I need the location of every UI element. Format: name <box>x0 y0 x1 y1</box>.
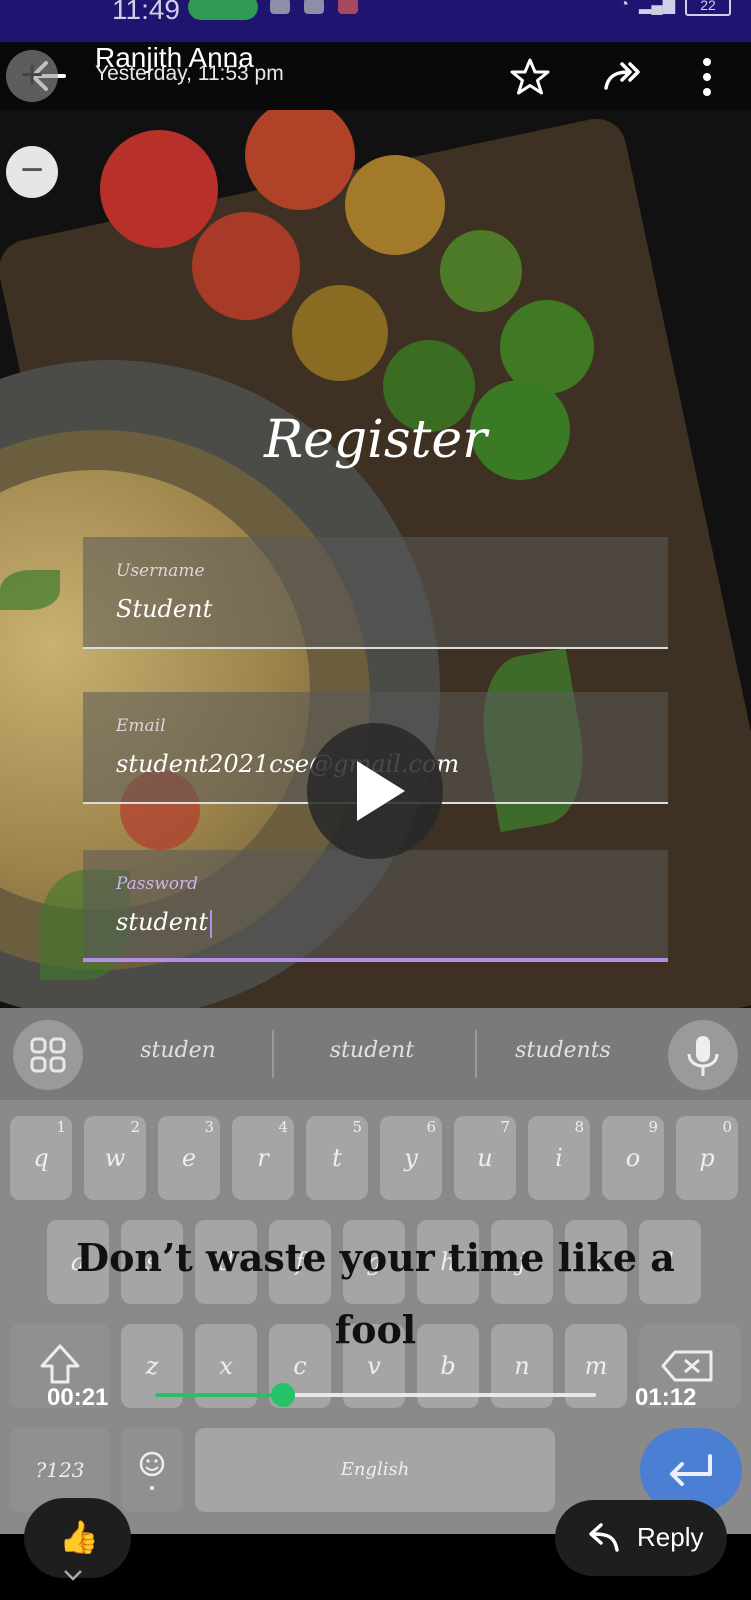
grid-icon <box>30 1037 66 1073</box>
chat-notification-icon <box>270 0 290 14</box>
password-field[interactable]: Password student <box>83 850 668 962</box>
play-button[interactable] <box>307 723 443 859</box>
emoji-icon <box>139 1451 165 1490</box>
suggestion-3[interactable]: students <box>488 1038 638 1063</box>
username-field[interactable]: Username Student <box>83 537 668 649</box>
key-hint: 1 <box>56 1118 66 1136</box>
status-bar: 11:49 ◔ ▂▄▆ 22 <box>0 0 751 42</box>
battery-icon: 22 <box>685 0 731 16</box>
key-hint: 8 <box>574 1118 584 1136</box>
key-i[interactable]: 8i <box>528 1116 590 1200</box>
zoom-in-button[interactable]: + <box>6 50 58 102</box>
key-hint: 0 <box>722 1118 732 1136</box>
play-icon <box>357 761 405 821</box>
tomato <box>345 155 445 255</box>
divider <box>272 1030 274 1078</box>
seek-bar[interactable] <box>155 1383 596 1407</box>
username-label: Username <box>116 561 205 581</box>
mic-icon <box>687 1036 719 1076</box>
key-t[interactable]: 5t <box>306 1116 368 1200</box>
key-label: o <box>625 1144 641 1172</box>
signal-icon: ▂▄▆ <box>639 0 675 14</box>
tomato <box>292 285 388 381</box>
alarm-icon: ◔ <box>619 0 630 13</box>
email-label: Email <box>116 716 166 736</box>
key-label: r <box>257 1144 269 1172</box>
key-label: t <box>332 1144 342 1172</box>
emoji-key[interactable] <box>121 1428 183 1512</box>
status-indicators: ◔ ▂▄▆ 22 <box>619 0 731 16</box>
password-value: student <box>116 908 209 936</box>
key-label: e <box>181 1144 197 1172</box>
app-bar: Ranjith Anna Yesterday, 11:53 pm <box>0 42 751 110</box>
star-icon[interactable] <box>509 56 551 98</box>
key-hint: 3 <box>204 1118 214 1136</box>
suggestion-bar: studen student students <box>0 1008 751 1100</box>
username-value: Student <box>116 595 213 623</box>
key-p[interactable]: 0p <box>676 1116 738 1200</box>
basil-leaf <box>0 570 60 610</box>
seek-progress <box>155 1393 283 1397</box>
password-label: Password <box>116 874 199 894</box>
key-label: q <box>33 1144 49 1172</box>
more-vert-icon[interactable] <box>686 56 728 98</box>
key-r[interactable]: 4r <box>232 1116 294 1200</box>
key-o[interactable]: 9o <box>602 1116 664 1200</box>
media-notification-icon <box>338 0 358 14</box>
suggestion-1[interactable]: studen <box>103 1038 253 1063</box>
key-w[interactable]: 2w <box>84 1116 146 1200</box>
register-title: Register <box>263 410 488 470</box>
key-label: u <box>477 1144 493 1172</box>
message-timestamp: Yesterday, 11:53 pm <box>95 62 284 85</box>
tomato <box>440 230 522 312</box>
total-time: 01:12 <box>635 1384 697 1411</box>
status-time: 11:49 <box>112 0 180 25</box>
divider <box>475 1030 477 1078</box>
key-label: i <box>555 1144 563 1172</box>
key-hint: 7 <box>500 1118 510 1136</box>
key-hint: 5 <box>352 1118 362 1136</box>
seek-thumb[interactable] <box>270 1383 295 1407</box>
key-q[interactable]: 1q <box>10 1116 72 1200</box>
reply-button[interactable]: Reply <box>555 1500 727 1576</box>
keyboard-menu-button[interactable] <box>13 1020 83 1090</box>
thumbs-up-icon: 👍 <box>59 1519 99 1555</box>
key-hint: 4 <box>278 1118 288 1136</box>
space-key[interactable]: English <box>195 1428 555 1512</box>
password-value-wrap: student <box>116 908 213 938</box>
key-u[interactable]: 7u <box>454 1116 516 1200</box>
app-notification-icon <box>304 0 324 14</box>
zoom-out-button[interactable]: − <box>6 146 58 198</box>
reaction-button[interactable]: 👍 <box>24 1498 131 1578</box>
reply-icon <box>589 1523 619 1552</box>
tomato <box>192 212 300 320</box>
current-time: 00:21 <box>47 1384 109 1411</box>
tomato <box>100 130 218 248</box>
key-y[interactable]: 6y <box>380 1116 442 1200</box>
forward-icon[interactable] <box>602 56 644 98</box>
key-hint: 9 <box>648 1118 658 1136</box>
key-label: y <box>404 1144 418 1172</box>
call-status-pill <box>188 0 258 20</box>
chevron-down-icon[interactable] <box>62 1568 84 1582</box>
key-e[interactable]: 3e <box>158 1116 220 1200</box>
key-hint: 2 <box>130 1118 140 1136</box>
suggestion-2[interactable]: student <box>297 1038 447 1063</box>
mic-button[interactable] <box>668 1020 738 1090</box>
text-caret <box>210 909 213 938</box>
key-label: w <box>104 1144 126 1172</box>
key-hint: 6 <box>426 1118 436 1136</box>
video-caption: Don’t waste your time like a fool <box>76 1235 675 1352</box>
key-label: p <box>699 1144 715 1172</box>
reply-label: Reply <box>637 1522 704 1552</box>
